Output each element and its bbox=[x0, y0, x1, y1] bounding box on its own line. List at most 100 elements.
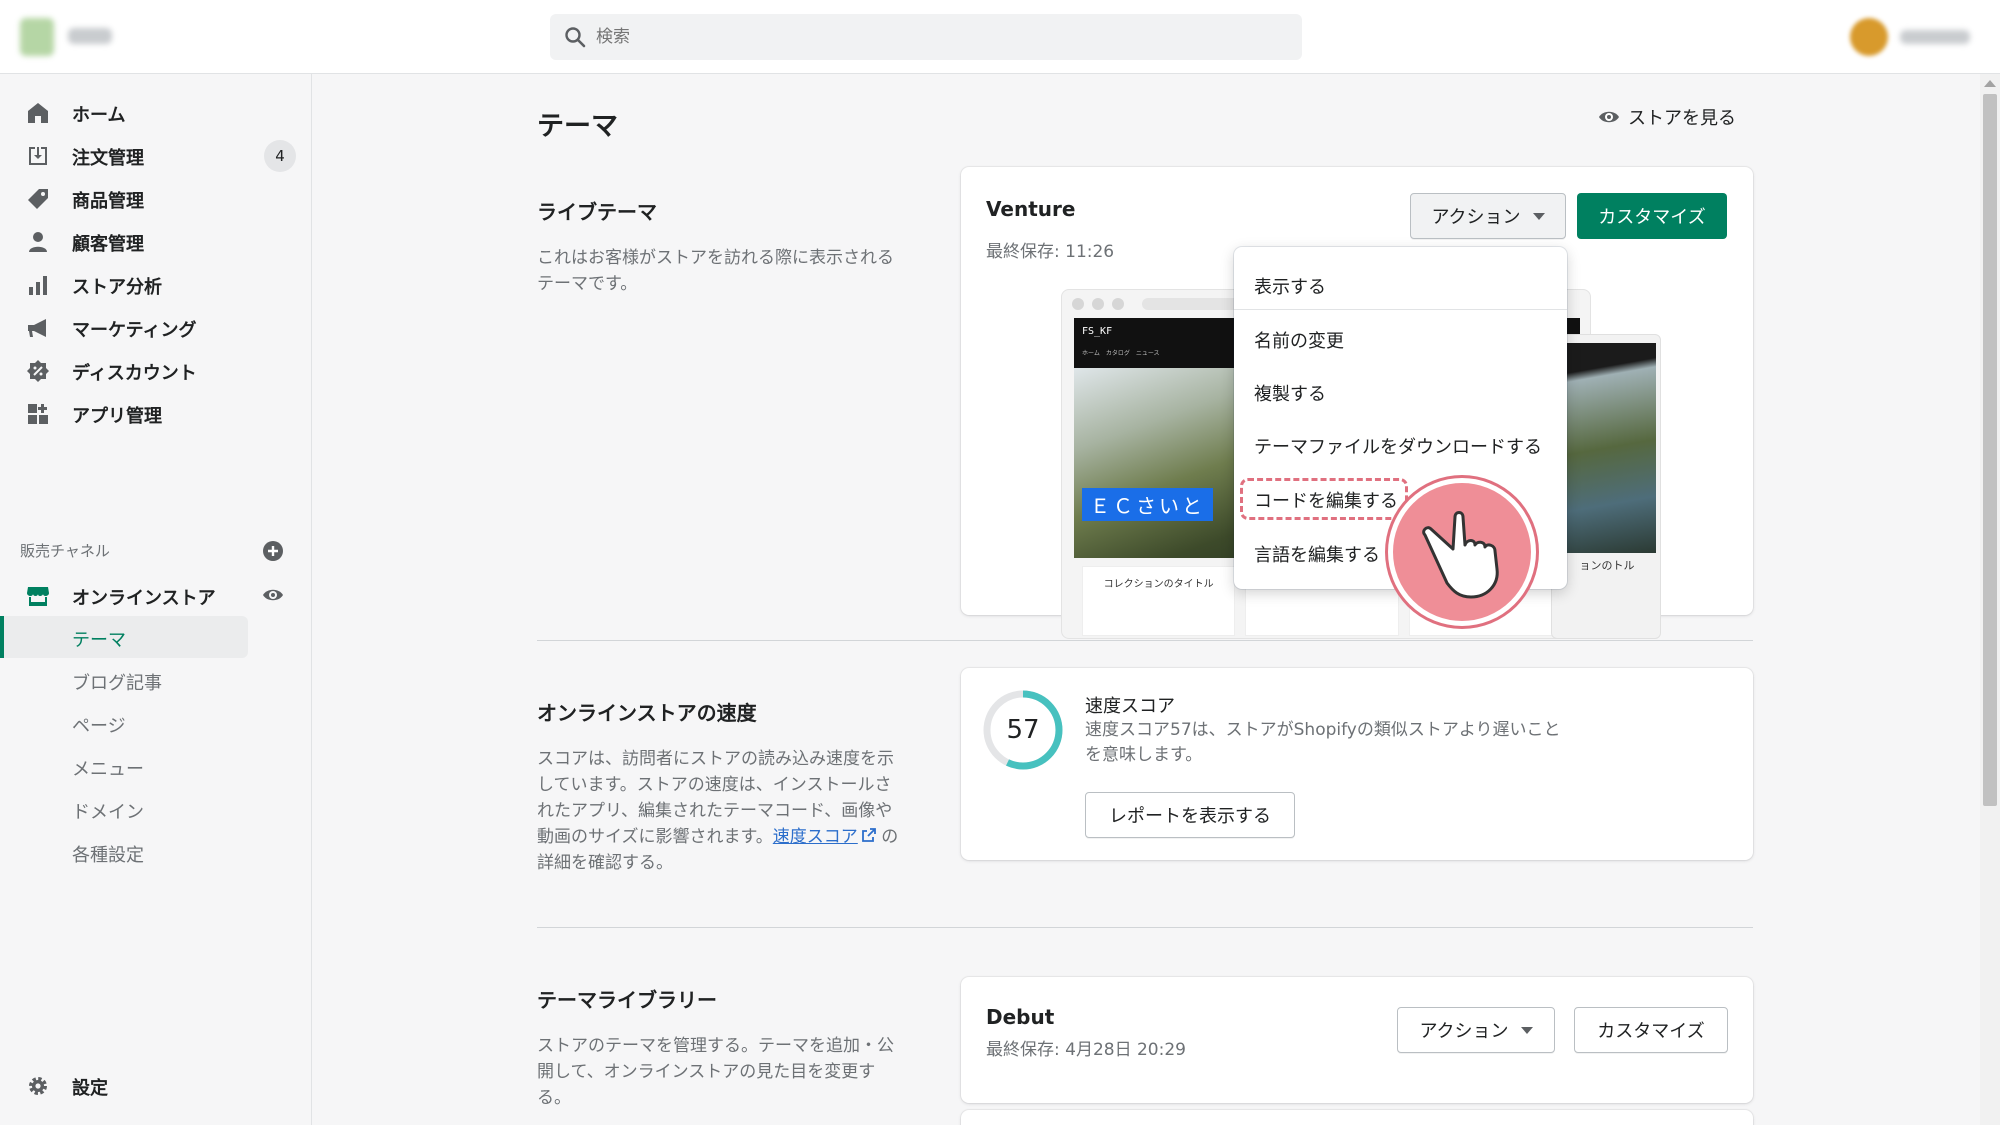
avatar[interactable] bbox=[1850, 18, 1888, 56]
customize-button[interactable]: カスタマイズ bbox=[1577, 193, 1727, 239]
speed-heading: オンラインストアの速度 bbox=[537, 701, 757, 725]
store-name[interactable] bbox=[68, 28, 112, 44]
sidebar-item-label: ディスカウント bbox=[72, 363, 197, 384]
actions-label: アクション bbox=[1431, 207, 1521, 228]
live-theme-last-saved: 最終保存: 11:26 bbox=[986, 242, 1115, 262]
sidebar-item-orders[interactable]: 注文管理 4 bbox=[0, 134, 312, 176]
eye-icon[interactable] bbox=[262, 584, 284, 606]
preview-nav: ホーム カタログ ニュース bbox=[1082, 350, 1160, 357]
library-heading: テーマライブラリー bbox=[537, 988, 717, 1012]
page-title: テーマ bbox=[537, 111, 618, 142]
library-theme-card: Debut 最終保存: 4月28日 20:29 アクション カスタマイズ bbox=[961, 977, 1753, 1103]
sidebar-item-label: ストア分析 bbox=[72, 277, 162, 298]
view-report-label: レポートを表示する bbox=[1109, 806, 1271, 827]
sidebar-item-discounts[interactable]: ディスカウント bbox=[0, 349, 312, 391]
live-theme-name: Venture bbox=[986, 197, 1076, 221]
menu-item-rename[interactable]: 名前の変更 bbox=[1254, 327, 1344, 353]
scroll-up-arrow[interactable] bbox=[1984, 80, 1996, 87]
sidebar-item-label: 設定 bbox=[72, 1078, 108, 1099]
gear-icon bbox=[29, 1077, 47, 1095]
mobile-collection-title: ョンのトル bbox=[1579, 559, 1635, 572]
eye-icon bbox=[1599, 111, 1619, 123]
person-icon bbox=[29, 232, 47, 252]
hand-pointer-icon bbox=[1422, 511, 1499, 599]
view-report-button[interactable]: レポートを表示する bbox=[1085, 792, 1295, 838]
analytics-icon bbox=[29, 276, 47, 295]
store-logo[interactable] bbox=[20, 18, 54, 56]
sidebar-item-label: 商品管理 bbox=[72, 191, 144, 212]
library-theme-last-saved: 最終保存: 4月28日 20:29 bbox=[986, 1040, 1186, 1060]
sidebar-item-label: オンラインストア bbox=[72, 588, 216, 609]
sidebar-item-label: ホーム bbox=[72, 105, 126, 126]
library-customize-button[interactable]: カスタマイズ bbox=[1574, 1007, 1728, 1053]
sidebar-item-marketing[interactable]: マーケティング bbox=[0, 306, 312, 348]
orders-count-badge: 4 bbox=[264, 140, 296, 172]
section-divider bbox=[537, 927, 1753, 928]
sidebar-subitem-blog[interactable]: ブログ記事 bbox=[72, 669, 162, 695]
view-store-label: ストアを見る bbox=[1628, 108, 1736, 129]
library-description: ストアのテーマを管理する。テーマを追加・公開して、オンラインストアの見た目を変更… bbox=[537, 1036, 894, 1108]
speed-score-text: 速度スコア57は、ストアがShopifyの類似ストアより遅いことを意味します。 bbox=[1085, 720, 1561, 765]
caret-down-icon bbox=[1532, 212, 1545, 220]
preview-brand: FS_KF bbox=[1082, 326, 1113, 337]
add-channel-icon[interactable] bbox=[262, 540, 284, 562]
sidebar-subitem-preferences[interactable]: 各種設定 bbox=[72, 841, 144, 867]
library-actions-button[interactable]: アクション bbox=[1397, 1007, 1555, 1053]
caret-down-icon bbox=[1520, 1026, 1533, 1034]
active-item-indicator bbox=[0, 616, 4, 658]
edit-code-highlight bbox=[1240, 478, 1408, 520]
discount-icon bbox=[27, 360, 49, 382]
search-bar[interactable] bbox=[550, 14, 1302, 60]
scrollbar-thumb[interactable] bbox=[1983, 94, 1997, 806]
actions-label: アクション bbox=[1419, 1021, 1509, 1042]
home-icon bbox=[28, 103, 48, 123]
sales-channels-heading: 販売チャネル bbox=[20, 542, 110, 560]
library-theme-name: Debut bbox=[986, 1005, 1055, 1029]
menu-item-download[interactable]: テーマファイルをダウンロードする bbox=[1254, 433, 1542, 459]
search-input[interactable] bbox=[596, 22, 1286, 52]
speed-card: 57 速度スコア 速度スコア57は、ストアがShopifyの類似ストアより遅いこ… bbox=[961, 668, 1753, 860]
sidebar-item-home[interactable]: ホーム bbox=[0, 91, 312, 133]
menu-item-view[interactable]: 表示する bbox=[1254, 273, 1326, 299]
actions-button[interactable]: アクション bbox=[1410, 193, 1566, 239]
tap-pointer-overlay bbox=[1388, 478, 1536, 626]
view-store-link[interactable]: ストアを見る bbox=[1598, 104, 1736, 130]
mobile-preview: ョンのトル bbox=[1551, 334, 1661, 639]
menu-item-duplicate[interactable]: 複製する bbox=[1254, 380, 1326, 406]
mobile-hero-image bbox=[1558, 343, 1656, 553]
sidebar-item-settings[interactable]: 設定 bbox=[0, 1064, 312, 1106]
sidebar-subitem-pages[interactable]: ページ bbox=[72, 712, 126, 738]
search-icon bbox=[565, 27, 586, 48]
sidebar-subitem-themes[interactable]: テーマ bbox=[72, 626, 126, 652]
sidebar-subitem-domains[interactable]: ドメイン bbox=[72, 798, 144, 824]
speed-score-value: 57 bbox=[1006, 715, 1040, 745]
megaphone-icon bbox=[28, 319, 46, 337]
speed-score-link[interactable]: 速度スコア bbox=[773, 827, 858, 847]
sidebar-subitem-menus[interactable]: メニュー bbox=[72, 755, 144, 781]
menu-item-edit-languages[interactable]: 言語を編集する bbox=[1254, 541, 1380, 567]
sidebar-item-label: 注文管理 bbox=[72, 148, 144, 169]
apps-icon bbox=[28, 404, 48, 424]
sidebar-item-label: マーケティング bbox=[72, 320, 197, 341]
library-theme-card-next bbox=[961, 1110, 1753, 1125]
store-icon bbox=[27, 587, 49, 606]
user-name[interactable] bbox=[1900, 30, 1970, 44]
customize-label: カスタマイズ bbox=[1597, 1021, 1705, 1042]
live-theme-heading: ライブテーマ bbox=[537, 200, 657, 224]
sidebar-item-customers[interactable]: 顧客管理 bbox=[0, 220, 312, 262]
section-divider bbox=[537, 640, 1753, 641]
tag-icon bbox=[28, 189, 48, 209]
speed-description: スコアは、訪問者にストアの読み込み速度を示しています。ストアの速度は、インストー… bbox=[537, 746, 907, 876]
live-theme-description: これはお客様がストアを訪れる際に表示されるテーマです。 bbox=[537, 248, 894, 294]
sidebar-item-products[interactable]: 商品管理 bbox=[0, 177, 312, 219]
menu-divider bbox=[1234, 309, 1567, 310]
sidebar-item-label: 顧客管理 bbox=[72, 234, 144, 255]
orders-icon bbox=[29, 147, 47, 165]
preview-banner: ＥＣさいと bbox=[1082, 488, 1213, 521]
sidebar-item-analytics[interactable]: ストア分析 bbox=[0, 263, 312, 305]
browser-dots bbox=[1072, 298, 1124, 310]
sidebar-item-apps[interactable]: アプリ管理 bbox=[0, 392, 312, 434]
external-link-icon[interactable] bbox=[861, 828, 876, 842]
sidebar-item-label: アプリ管理 bbox=[72, 406, 162, 427]
top-bar bbox=[0, 0, 2000, 74]
